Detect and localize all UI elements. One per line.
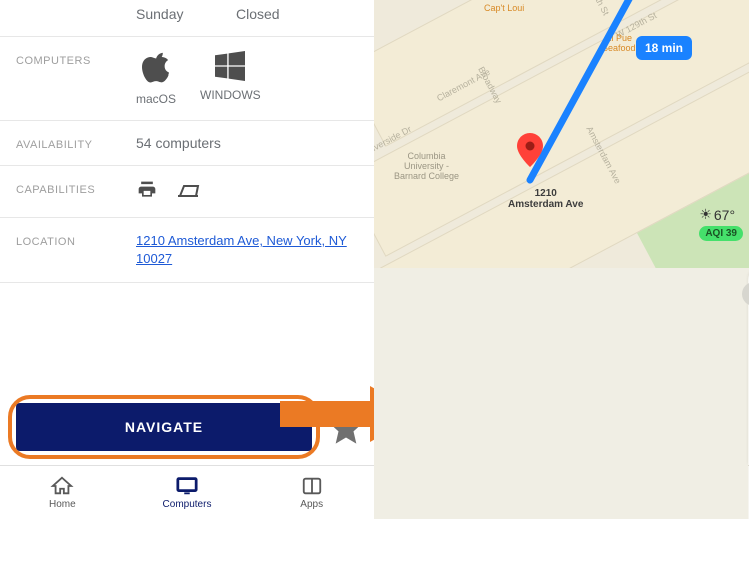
sun-icon: ☀ [699,206,712,223]
navigate-bar: NAVIGATE [0,385,374,465]
hours-day: Sunday [136,6,236,22]
aqi-badge: AQI 39 [699,226,743,241]
hours-row: Sunday Closed [0,0,374,37]
location-row: LOCATION 1210 Amsterdam Ave, New York, N… [0,218,374,283]
apple-icon [142,72,170,88]
weather-widget: ☀67° AQI 39 [699,206,743,241]
location-label: LOCATION [16,232,136,248]
tab-apps[interactable]: Apps [249,466,374,519]
destination-pin[interactable] [517,133,543,172]
tab-home[interactable]: Home [0,466,125,519]
route-line [374,0,749,268]
details-pane: Sunday Closed COMPUTERS macOS WINDOWS [0,0,374,519]
eta-chip: 18 min [636,36,692,60]
capabilities-label: CAPABILITIES [16,180,136,196]
computers-label: COMPUTERS [16,51,136,67]
printer-icon [136,180,158,203]
location-link[interactable]: 1210 Amsterdam Ave, New York, NY 10027 [136,233,347,266]
availability-label: AVAILABILITY [16,135,136,151]
close-button[interactable]: ✕ [742,282,749,306]
availability-value: 54 computers [136,135,358,151]
windows-icon [215,68,245,84]
map-view[interactable]: W 129th St W 125th St Broadway Amsterdam… [374,0,749,268]
tab-computers-label: Computers [163,499,212,510]
tab-computers[interactable]: Computers [125,466,250,519]
scanner-icon [176,182,200,201]
pin-label: 1210Amsterdam Ave [508,188,583,210]
maps-pane: W 129th St W 125th St Broadway Amsterdam… [374,0,749,519]
tab-home-label: Home [49,499,76,510]
os-macos-label: macOS [136,92,176,106]
os-macos: macOS [136,51,176,106]
availability-row: AVAILABILITY 54 computers [0,121,374,166]
navigate-button[interactable]: NAVIGATE [16,403,312,451]
temp-value: 67° [714,207,735,223]
hours-status: Closed [236,6,280,22]
tab-apps-label: Apps [300,499,323,510]
os-windows: WINDOWS [200,51,261,106]
capabilities-row: CAPABILITIES [0,166,374,218]
os-windows-label: WINDOWS [200,88,261,102]
navigate-highlight: NAVIGATE [8,395,320,459]
computers-row: COMPUTERS macOS WINDOWS [0,37,374,121]
favorite-icon[interactable] [326,407,366,447]
left-tabbar: Home Computers Apps [0,465,374,519]
